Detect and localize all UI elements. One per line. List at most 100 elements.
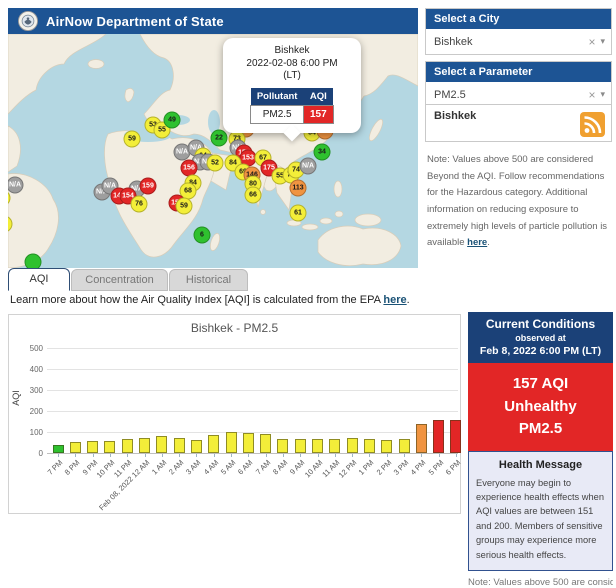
chart-x-tick bbox=[456, 454, 457, 457]
chart-y-tick-label: 200 bbox=[15, 407, 43, 416]
chart-bar bbox=[277, 439, 288, 453]
learn-more-period: . bbox=[407, 294, 410, 306]
parameter-panel: Select a Parameter PM2.5 × ▾ bbox=[425, 61, 612, 108]
chart-bar bbox=[70, 442, 81, 453]
chart-y-tick-label: 300 bbox=[15, 386, 43, 395]
current-aqi-value: 157 AQI bbox=[472, 373, 609, 396]
city-select-value[interactable]: Bishkek bbox=[434, 36, 583, 48]
map[interactable]: N/A659535549N/AN/A64N/AN/A52221561111167… bbox=[8, 34, 418, 268]
chart-x-tick bbox=[231, 454, 232, 457]
city-select[interactable]: Bishkek × ▾ bbox=[426, 29, 611, 54]
chart-bar bbox=[364, 439, 375, 453]
chart-gridline bbox=[47, 348, 458, 349]
current-conditions-aqi-block: 157 AQI Unhealthy PM2.5 bbox=[468, 363, 613, 451]
chart-bar bbox=[329, 439, 340, 453]
popup-aqi-header: AQI bbox=[303, 88, 333, 106]
popup-city: Bishkek bbox=[231, 45, 353, 58]
parameter-clear-icon[interactable]: × bbox=[583, 88, 600, 102]
rss-city-label: Bishkek bbox=[434, 110, 476, 122]
chart-x-tick bbox=[352, 454, 353, 457]
chart-x-tick bbox=[439, 454, 440, 457]
aqi-bar-chart: Bishkek - PM2.5 AQI 01002003004005007 PM… bbox=[8, 314, 461, 514]
chart-bar bbox=[122, 439, 133, 453]
tab-concentration[interactable]: Concentration bbox=[71, 269, 168, 291]
airnow-page: AirNow Department of State bbox=[0, 0, 616, 500]
map-marker[interactable]: 61 bbox=[290, 205, 307, 222]
map-marker[interactable]: 22 bbox=[211, 130, 228, 147]
chart-x-tick bbox=[179, 454, 180, 457]
tab-aqi[interactable]: AQI bbox=[8, 268, 70, 291]
chart-bar bbox=[53, 445, 64, 453]
learn-more-text: Learn more about how the Air Quality Ind… bbox=[10, 294, 383, 306]
chart-x-tick bbox=[335, 454, 336, 457]
popup-timezone: (LT) bbox=[231, 70, 353, 83]
chart-x-tick bbox=[127, 454, 128, 457]
chart-bar bbox=[208, 435, 219, 453]
map-marker[interactable]: 34 bbox=[314, 144, 331, 161]
chart-x-tick bbox=[75, 454, 76, 457]
chart-x-tick bbox=[196, 454, 197, 457]
chart-bar bbox=[174, 438, 185, 453]
chart-bar bbox=[433, 420, 444, 453]
current-conditions-header: Current Conditions observed at Feb 8, 20… bbox=[468, 312, 613, 363]
rss-icon[interactable] bbox=[580, 112, 605, 137]
chart-bar bbox=[226, 432, 237, 453]
chart-x-tick bbox=[318, 454, 319, 457]
learn-more-line: Learn more about how the Air Quality Ind… bbox=[10, 294, 410, 306]
city-clear-icon[interactable]: × bbox=[583, 35, 600, 49]
chart-x-tick bbox=[214, 454, 215, 457]
map-marker[interactable]: 6 bbox=[194, 227, 211, 244]
current-conditions-panel: Current Conditions observed at Feb 8, 20… bbox=[468, 312, 613, 588]
current-conditions-datetime: Feb 8, 2022 6:00 PM (LT) bbox=[472, 345, 609, 357]
chart-bar bbox=[450, 420, 461, 453]
chart-x-tick bbox=[369, 454, 370, 457]
parameter-chevron-down-icon[interactable]: ▾ bbox=[600, 89, 605, 100]
chart-bar bbox=[312, 439, 323, 453]
chart-bar bbox=[104, 441, 115, 453]
map-marker[interactable]: 52 bbox=[207, 155, 224, 172]
city-chevron-down-icon[interactable]: ▾ bbox=[600, 36, 605, 47]
chart-y-tick-label: 100 bbox=[15, 428, 43, 437]
map-marker[interactable]: 113 bbox=[290, 180, 307, 197]
chart-x-tick bbox=[145, 454, 146, 457]
sidebar-note: Note: Values above 500 are considered Be… bbox=[427, 152, 609, 252]
chart-title: Bishkek - PM2.5 bbox=[9, 321, 460, 335]
chart-bar bbox=[399, 439, 410, 453]
learn-more-here-link[interactable]: here bbox=[383, 294, 406, 306]
chart-bar bbox=[156, 436, 167, 453]
chart-gridline bbox=[47, 390, 458, 391]
current-conditions-title: Current Conditions bbox=[472, 317, 609, 331]
chart-y-tick-label: 400 bbox=[15, 365, 43, 374]
popup-pollutant-value: PM2.5 bbox=[251, 105, 304, 123]
map-marker[interactable]: 66 bbox=[245, 187, 262, 204]
map-marker[interactable]: 159 bbox=[140, 178, 157, 195]
chart-x-tick bbox=[283, 454, 284, 457]
map-popup[interactable]: Bishkek 2022-02-08 6:00 PM (LT) Pollutan… bbox=[223, 38, 361, 133]
chart-x-tick bbox=[266, 454, 267, 457]
map-marker[interactable]: 59 bbox=[124, 131, 141, 148]
city-panel-header: Select a City bbox=[426, 9, 611, 29]
page-title: AirNow Department of State bbox=[46, 14, 224, 29]
popup-aqi-value: 157 bbox=[303, 105, 333, 123]
conditions-note-clipped: Note: Values above 500 are considered Be… bbox=[468, 577, 613, 588]
current-aqi-category: Unhealthy bbox=[472, 396, 609, 419]
map-marker[interactable]: 76 bbox=[131, 196, 148, 213]
health-message-title: Health Message bbox=[476, 459, 605, 471]
chart-x-tick bbox=[387, 454, 388, 457]
chart-x-tick bbox=[421, 454, 422, 457]
chart-x-tick bbox=[93, 454, 94, 457]
parameter-select-value[interactable]: PM2.5 bbox=[434, 89, 583, 101]
tab-bar: AQI Concentration Historical bbox=[8, 268, 248, 291]
sidebar-note-here-link[interactable]: here bbox=[467, 237, 487, 248]
app-header: AirNow Department of State bbox=[8, 8, 418, 34]
tab-historical[interactable]: Historical bbox=[169, 269, 248, 291]
chart-gridline bbox=[47, 369, 458, 370]
current-aqi-pollutant: PM2.5 bbox=[472, 418, 609, 441]
map-marker[interactable] bbox=[25, 254, 42, 269]
map-marker[interactable]: 59 bbox=[176, 198, 193, 215]
chart-x-axis bbox=[47, 453, 458, 454]
popup-table: Pollutant AQI PM2.5 157 bbox=[250, 88, 333, 124]
map-marker[interactable]: 49 bbox=[164, 112, 181, 129]
map-marker[interactable]: N/A bbox=[300, 158, 317, 175]
chart-x-tick bbox=[404, 454, 405, 457]
